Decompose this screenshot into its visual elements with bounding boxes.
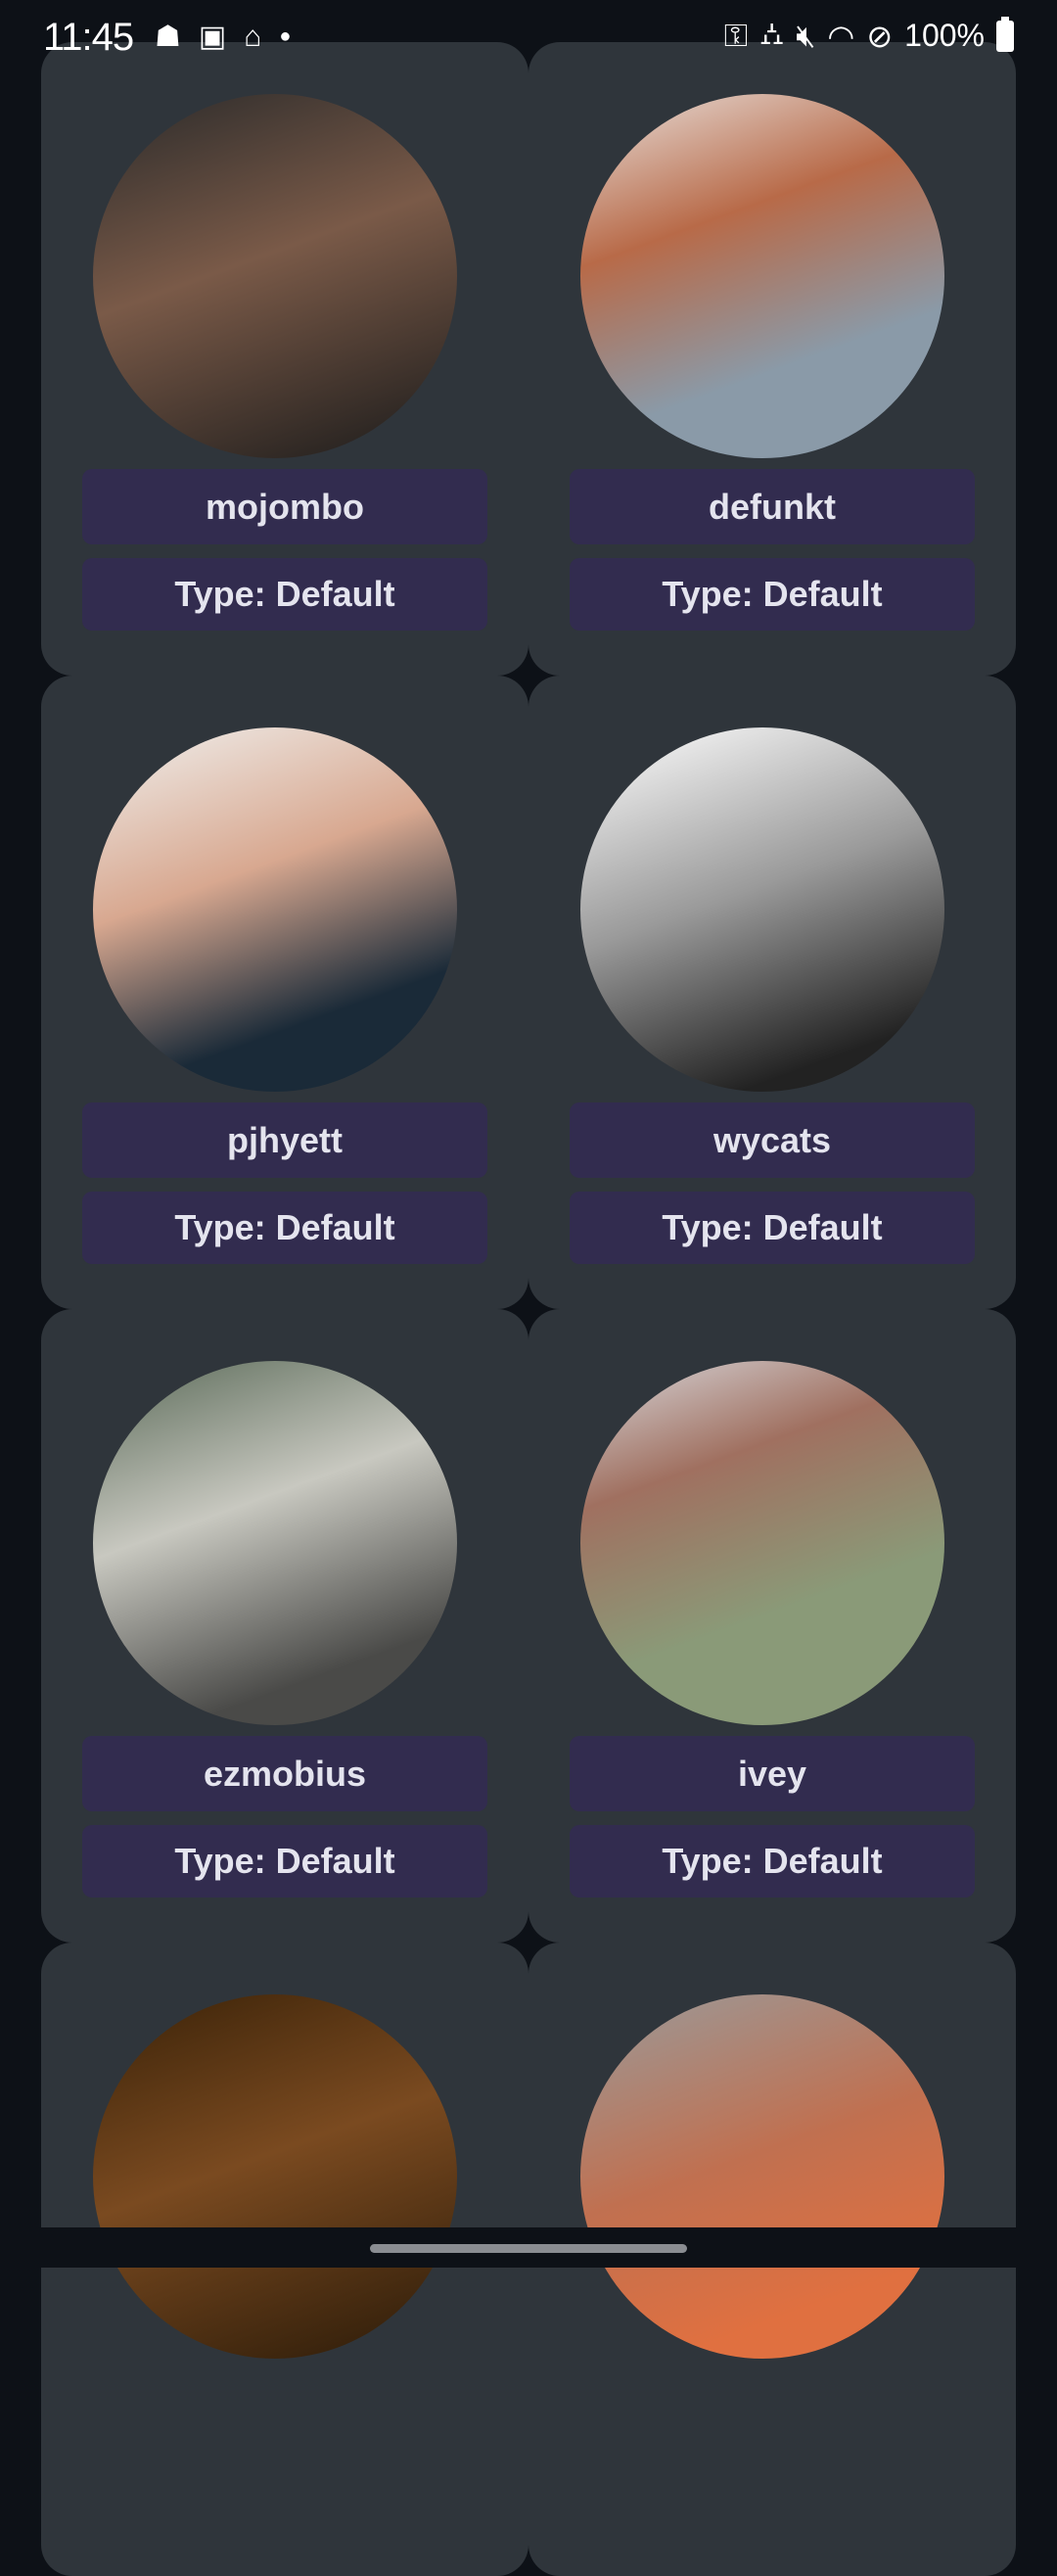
wifi-icon: ◠: [827, 18, 855, 54]
avatar: [580, 1994, 944, 2359]
avatar: [93, 94, 457, 458]
app-k-icon: ▣: [198, 21, 227, 53]
user-card[interactable]: ezmobius Type: Default: [41, 1309, 528, 1943]
mosque-icon: ⌂: [244, 20, 262, 53]
user-name: ivey: [570, 1736, 975, 1811]
user-card[interactable]: wycats Type: Default: [528, 676, 1016, 1309]
avatar: [93, 1361, 457, 1725]
user-card[interactable]: mojombo Type: Default: [41, 42, 528, 676]
user-card[interactable]: ivey Type: Default: [528, 1309, 1016, 1943]
user-name: pjhyett: [82, 1102, 487, 1178]
navigation-bar: [0, 2227, 1057, 2268]
user-type: Type: Default: [82, 1192, 487, 1264]
do-not-disturb-icon: ⊘: [866, 18, 894, 54]
user-type: Type: Default: [570, 558, 975, 631]
avatar: [93, 1994, 457, 2359]
mute-icon: 🔇︎: [796, 17, 816, 53]
user-type: Type: Default: [82, 558, 487, 631]
user-card[interactable]: defunkt Type: Default: [528, 42, 1016, 676]
user-card[interactable]: pjhyett Type: Default: [41, 676, 528, 1309]
user-name: mojombo: [82, 469, 487, 544]
status-bar: 11:45 ☗ ▣ ⌂ ● ⚿ ⛼ 🔇︎ ◠ ⊘ 100%: [0, 0, 1057, 78]
battery-percent: 100%: [904, 18, 985, 53]
user-name: wycats: [570, 1102, 975, 1178]
user-name: ezmobius: [82, 1736, 487, 1811]
user-type: Type: Default: [82, 1825, 487, 1897]
dot-icon: ●: [279, 25, 292, 47]
vpn-key-icon: ⚿: [723, 17, 749, 53]
user-name: defunkt: [570, 469, 975, 544]
user-grid: mojombo Type: Default defunkt Type: Default…: [41, 42, 1016, 2576]
sleep-mode-icon: ⛼: [759, 16, 785, 51]
user-type: Type: Default: [570, 1192, 975, 1264]
gesture-handle[interactable]: [370, 2244, 687, 2253]
status-time: 11:45: [43, 16, 134, 59]
avatar: [580, 94, 944, 458]
notification-icon: ☗: [155, 21, 181, 53]
avatar: [93, 727, 457, 1092]
avatar: [580, 727, 944, 1092]
user-type: Type: Default: [570, 1825, 975, 1897]
avatar: [580, 1361, 944, 1725]
battery-icon: [996, 16, 1014, 52]
